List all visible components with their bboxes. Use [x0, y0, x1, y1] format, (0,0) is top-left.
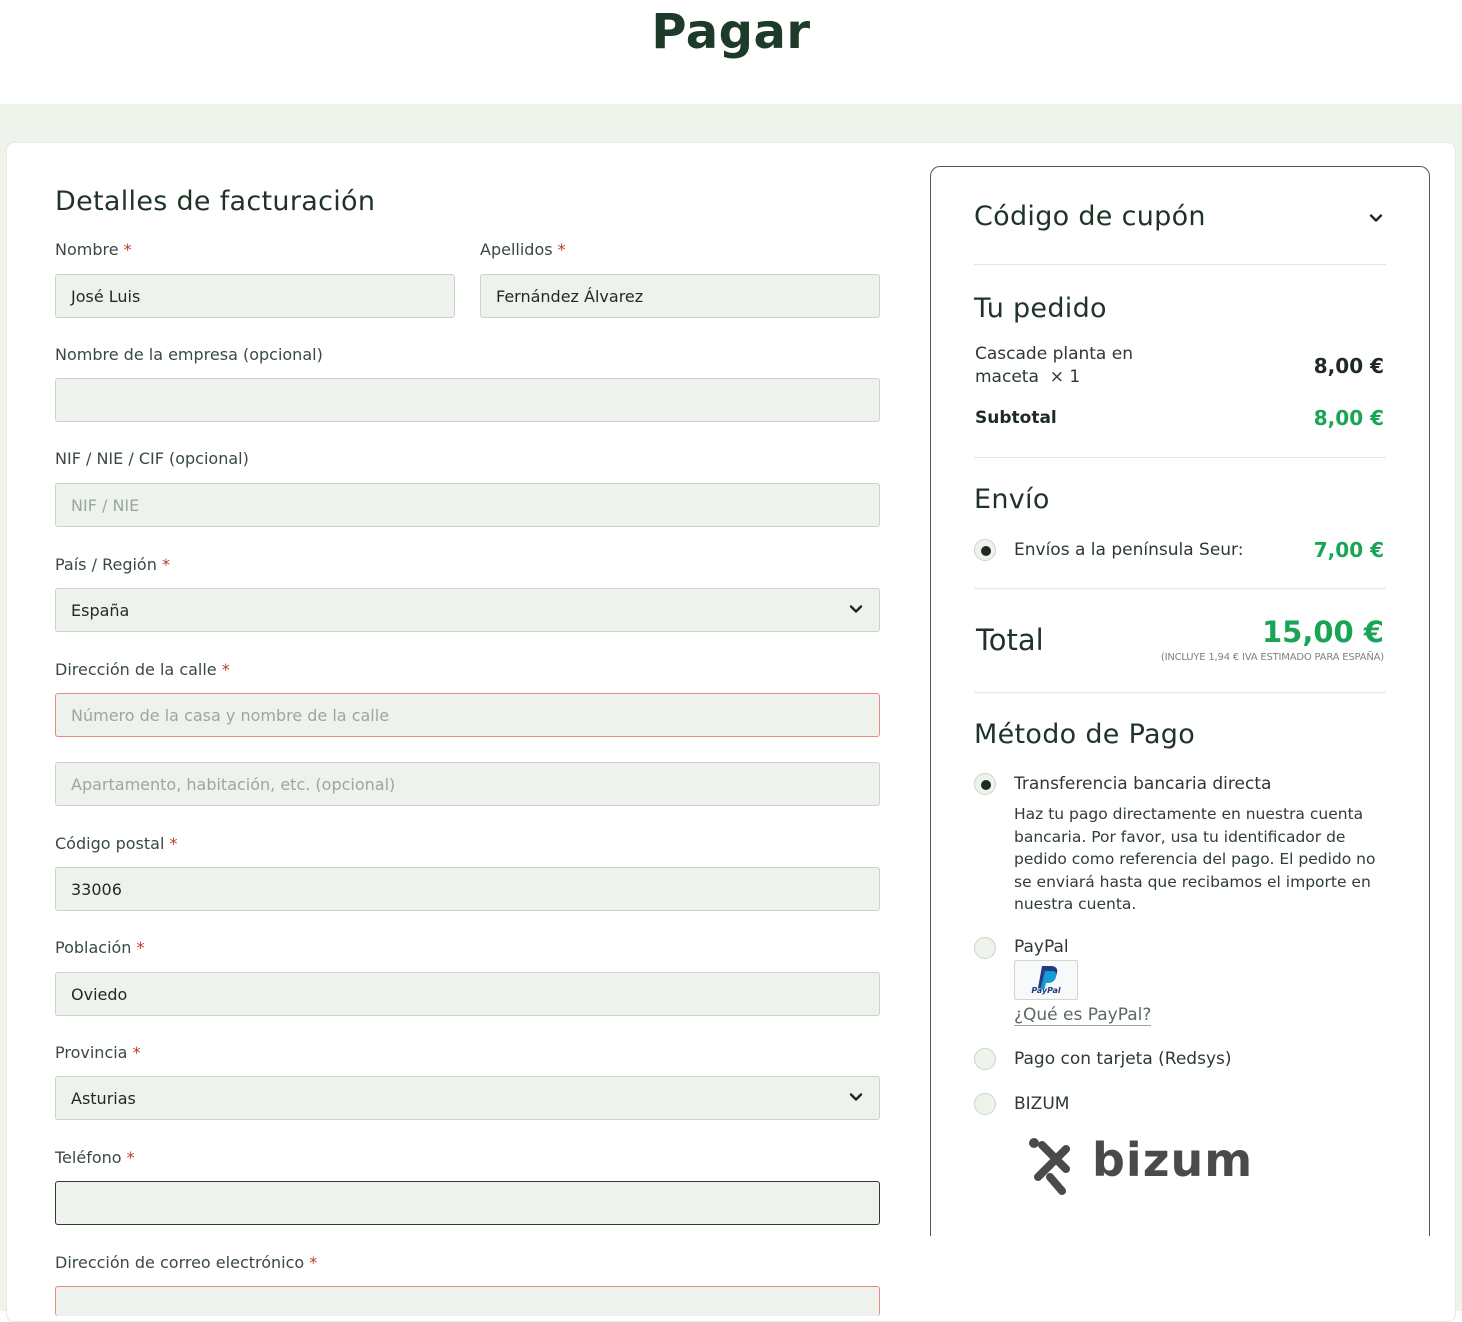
paypal-radio[interactable] — [974, 937, 996, 959]
shipping-option-label: Envíos a la península Seur: — [1014, 540, 1244, 560]
card-radio[interactable] — [974, 1048, 996, 1070]
your-order-title: Tu pedido — [974, 293, 1107, 324]
last-name-label: Apellidos * — [480, 240, 566, 259]
postcode-label: Código postal * — [55, 834, 178, 853]
divider — [974, 264, 1386, 265]
divider — [974, 588, 1386, 589]
billing-heading: Detalles de facturación — [55, 186, 376, 217]
billing-section: Detalles de facturación — [55, 186, 880, 237]
coupon-toggle[interactable]: Código de cupón — [974, 201, 1206, 232]
bank-transfer-description: Haz tu pago directamente en nuestra cuen… — [1014, 805, 1376, 913]
country-label: País / Región * — [55, 555, 170, 574]
chevron-down-icon[interactable] — [1369, 211, 1383, 225]
tax-id-input[interactable]: NIF / NIE — [55, 483, 880, 527]
chevron-down-icon — [849, 605, 863, 613]
page-title: Pagar — [651, 4, 811, 60]
what-is-paypal-link[interactable]: ¿Qué es PayPal? — [1014, 1005, 1152, 1026]
divider — [974, 692, 1386, 693]
postcode-input[interactable]: 33006 — [55, 867, 880, 911]
tax-note: (INCLUYE 1,94 € IVA ESTIMADO PARA ESPAÑA… — [1160, 652, 1384, 663]
street-label: Dirección de la calle * — [55, 660, 230, 679]
province-select[interactable]: Asturias — [55, 1076, 880, 1120]
shipping-value: 7,00 € — [1313, 538, 1384, 562]
bizum-label: BIZUM — [1014, 1094, 1070, 1114]
email-label: Dirección de correo electrónico * — [55, 1253, 318, 1272]
payment-method-title: Método de Pago — [974, 719, 1196, 750]
subtotal-label: Subtotal — [975, 408, 1057, 428]
bizum-radio[interactable] — [974, 1093, 996, 1115]
order-item-name: Cascade planta en maceta × 1 — [975, 344, 1133, 387]
order-item-qty: × 1 — [1049, 367, 1081, 387]
bizum-logo: bizum — [1026, 1133, 1252, 1199]
shipping-radio[interactable] — [974, 539, 996, 561]
province-label: Provincia * — [55, 1043, 141, 1062]
divider — [974, 457, 1386, 458]
paypal-label: PayPal — [1014, 937, 1069, 957]
order-item-price: 8,00 € — [1313, 354, 1384, 378]
total-label: Total — [976, 623, 1044, 657]
city-input[interactable]: Oviedo — [55, 972, 880, 1016]
bizum-icon — [1029, 1138, 1070, 1195]
bank-transfer-radio[interactable] — [974, 773, 996, 795]
paypal-logo: PayPal — [1014, 960, 1078, 1000]
page-header: Pagar — [0, 0, 1462, 104]
tax-id-label: NIF / NIE / CIF (opcional) — [55, 449, 249, 468]
province-value: Asturias — [71, 1088, 136, 1108]
street-address-input[interactable]: Número de la casa y nombre de la calle — [55, 693, 880, 737]
last-name-input[interactable]: Fernández Álvarez — [480, 274, 880, 318]
phone-input[interactable] — [55, 1181, 880, 1225]
card-payment-label: Pago con tarjeta (Redsys) — [1014, 1049, 1232, 1069]
company-label: Nombre de la empresa (opcional) — [55, 345, 323, 364]
phone-label: Teléfono * — [55, 1148, 135, 1167]
first-name-label: Nombre * — [55, 240, 132, 259]
country-select[interactable]: España — [55, 588, 880, 632]
street-address2-input[interactable]: Apartamento, habitación, etc. (opcional) — [55, 762, 880, 806]
country-value: España — [71, 600, 130, 620]
total-value: 15,00 € — [1261, 615, 1384, 649]
shipping-title: Envío — [974, 484, 1050, 515]
email-input[interactable] — [55, 1286, 880, 1316]
bank-transfer-label: Transferencia bancaria directa — [1014, 774, 1272, 794]
order-summary-panel: Código de cupón Tu pedido Cascade planta… — [930, 166, 1430, 1236]
company-input[interactable] — [55, 378, 880, 422]
city-label: Población * — [55, 938, 145, 957]
chevron-down-icon — [849, 1093, 863, 1101]
subtotal-value: 8,00 € — [1313, 406, 1384, 430]
first-name-input[interactable]: José Luis — [55, 274, 455, 318]
